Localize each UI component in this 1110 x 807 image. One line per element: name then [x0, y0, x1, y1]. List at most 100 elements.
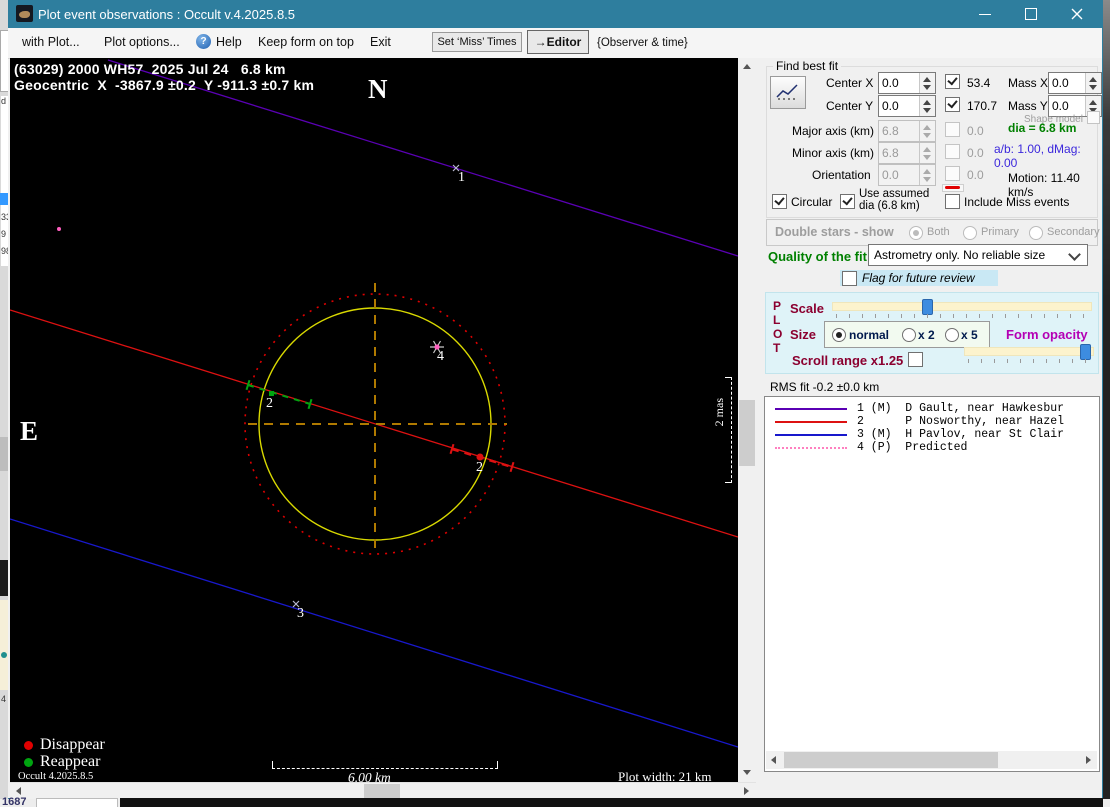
size-normal-label: normal [849, 328, 890, 342]
orientation-unc-value: 0.0 [967, 168, 984, 182]
center-x-spinner[interactable]: 0.0 [878, 72, 936, 94]
chord-3-number: 3 [297, 606, 304, 621]
center-y-spin-buttons[interactable] [919, 96, 935, 116]
scroll-left-icon[interactable] [16, 787, 21, 795]
disappear-label: Disappear [40, 736, 105, 753]
scroll-down-icon[interactable] [743, 770, 751, 775]
plot-hscrollbar[interactable] [10, 782, 756, 799]
major-unc-value: 0.0 [967, 124, 984, 138]
chord-1-number: 1 [458, 170, 465, 185]
ds-secondary-radio [1029, 226, 1043, 240]
find-best-fit-button[interactable] [770, 76, 806, 109]
minimize-button[interactable] [963, 0, 1008, 28]
menu-item-keep-form-on-top[interactable]: Keep form on top [258, 35, 354, 49]
plot-letter-p: P [773, 299, 782, 313]
center-y-label: Center Y [826, 99, 874, 113]
rms-fit-label: RMS fit -0.2 ±0.0 km [770, 380, 880, 394]
major-axis-spinner: 6.8 [878, 120, 936, 142]
dia-label: dia = 6.8 km [1008, 121, 1077, 135]
scroll-range-label: Scroll range x1.25 [792, 353, 904, 368]
size-x5-radio[interactable] [945, 328, 959, 342]
plot-vscrollbar[interactable] [738, 58, 756, 782]
control-panel: Find best fit Center X 0.0 53.4 Mass X 0… [756, 58, 1102, 798]
app-window: Plot event observations : Occult v.4.202… [8, 0, 1103, 799]
center-y-spinner[interactable]: 0.0 [878, 95, 936, 117]
menu-item-with-plot[interactable]: with Plot... [22, 35, 80, 49]
close-button[interactable] [1055, 0, 1100, 28]
plot-canvas [10, 59, 738, 748]
fit-x-checkbox[interactable] [945, 74, 960, 89]
counter-label: 1687 [2, 796, 27, 807]
fit-chart-icon [776, 84, 798, 100]
scroll-right-icon[interactable] [744, 787, 749, 795]
scale-bar [272, 761, 498, 769]
observation-list[interactable]: 1 (M) D Gault, near Hawkesbur 2 P Noswor… [764, 396, 1100, 772]
mass-x-spin-buttons[interactable] [1085, 73, 1101, 93]
center-x-spin-buttons[interactable] [919, 73, 935, 93]
circular-label: Circular [791, 195, 833, 209]
mas-label: 2 mas [712, 398, 726, 427]
menu-item-help[interactable]: Help [216, 35, 242, 49]
editor-button[interactable]: →Editor [527, 30, 589, 54]
observation-row[interactable]: 1 (M) D Gault, near Hawkesbur [765, 402, 1099, 415]
flag-checkbox[interactable] [842, 271, 857, 286]
list-scroll-left-icon[interactable] [771, 756, 776, 764]
ds-both-label: Both [927, 226, 950, 238]
scale-slider-track[interactable] [832, 302, 1092, 311]
maximize-button[interactable] [1009, 0, 1054, 28]
chord-3-line [10, 518, 738, 748]
include-miss-label: Include Miss events [964, 195, 1070, 209]
chord-2-number-red: 2 [476, 460, 483, 475]
plot-area[interactable]: (63029) 2000 WH57 2025 Jul 24 6.8 km Geo… [10, 58, 738, 782]
chord-3-swatch [775, 434, 847, 436]
scale-slider-ticks [836, 314, 1088, 318]
observation-row[interactable]: 3 (M) H Pavlov, near St Clair [765, 428, 1099, 441]
set-miss-times-button[interactable]: Set ‘Miss’ Times [432, 32, 522, 52]
ds-primary-label: Primary [981, 226, 1019, 238]
quality-label: Quality of the fit [768, 249, 867, 264]
plot-subtitle: Geocentric X -3867.9 ±0.2 Y -911.3 ±0.7 … [14, 77, 315, 93]
background-window-strip: d 33 9 98 4 [0, 0, 11, 807]
mass-x-spinner[interactable]: 0.0 [1048, 72, 1102, 94]
size-x5-label: x 5 [961, 328, 978, 342]
menu-item-exit[interactable]: Exit [370, 35, 391, 49]
chord-2-swatch [775, 421, 847, 423]
opacity-slider-thumb[interactable] [1080, 344, 1091, 360]
close-icon [1071, 8, 1083, 20]
scroll-range-checkbox[interactable] [908, 352, 923, 367]
fit-y-value: 170.7 [967, 99, 998, 113]
scale-slider-label: Scale [790, 301, 824, 316]
double-stars-label: Double stars - show [775, 225, 894, 239]
quality-select[interactable]: Astrometry only. No reliable size [868, 244, 1088, 266]
plot-hscrollbar-thumb[interactable] [364, 784, 400, 798]
use-assumed-label: Use assumed dia (6.8 km) [859, 188, 930, 212]
size-x2-label: x 2 [918, 328, 935, 342]
scroll-up-icon[interactable] [743, 64, 751, 69]
include-miss-checkbox[interactable] [945, 194, 960, 209]
observation-row[interactable]: 4 (P) Predicted [765, 441, 1099, 454]
plot-vscrollbar-thumb[interactable] [739, 400, 755, 466]
predicted-dot [57, 227, 61, 231]
orientation-spinner: 0.0 [878, 164, 936, 186]
mass-y-label: Mass Y [1008, 99, 1048, 113]
find-best-fit-label: Find best fit [773, 59, 842, 73]
circular-checkbox[interactable] [772, 194, 787, 209]
list-hscrollbar-thumb[interactable] [784, 752, 998, 768]
scale-slider-thumb[interactable] [922, 299, 933, 315]
opacity-slider-track[interactable] [964, 347, 1094, 356]
observation-row[interactable]: 2 P Nosworthy, near Hazel [765, 415, 1099, 428]
chord-2-number-green: 2 [266, 396, 273, 411]
menu-item-plot-options[interactable]: Plot options... [104, 35, 180, 49]
list-scroll-right-icon[interactable] [1086, 756, 1091, 764]
disappear-dot [24, 741, 33, 750]
fit-y-checkbox[interactable] [945, 97, 960, 112]
size-x2-radio[interactable] [902, 328, 916, 342]
plot-title: (63029) 2000 WH57 2025 Jul 24 6.8 km [14, 61, 286, 77]
chevron-down-icon [1068, 248, 1081, 261]
minor-axis-spinner: 6.8 [878, 142, 936, 164]
use-assumed-checkbox[interactable] [840, 194, 855, 209]
list-hscrollbar[interactable] [766, 751, 1097, 769]
bottom-strip: 1687 [0, 796, 1110, 807]
ds-secondary-label: Secondary [1047, 226, 1100, 238]
size-normal-radio[interactable] [832, 328, 846, 342]
